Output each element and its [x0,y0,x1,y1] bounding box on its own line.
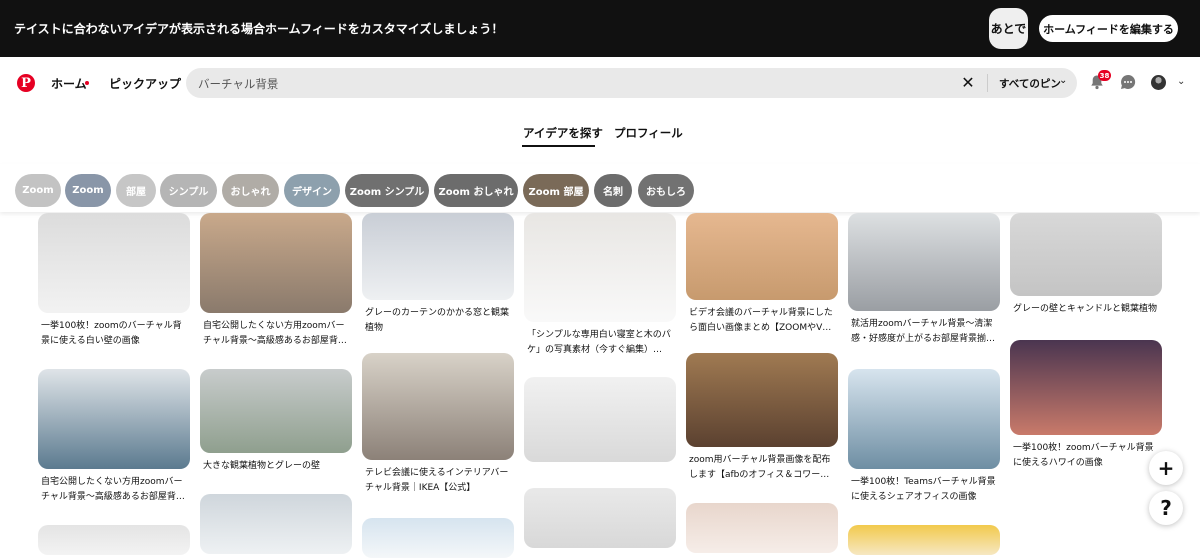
pin-card[interactable]: ビデオ会議のバーチャル背景にしたら面白い画像まとめ【ZOOMやV… [686,213,838,336]
pin-card[interactable]: 大きな観葉植物とグレーの壁 [200,369,352,474]
tab-profile[interactable]: プロフィール [614,125,683,141]
pin-image[interactable] [524,213,676,322]
suggestion-pill[interactable]: Zoom [15,174,61,207]
pin-image[interactable] [38,213,190,313]
pin-card[interactable]: グレーのカーテンのかかる窓と観葉植物 [362,213,514,336]
nav-home[interactable]: ホーム [51,75,87,92]
pin-card[interactable]: テレビ会議に使えるインテリアバーチャル背景｜IKEA【公式】 [362,353,514,496]
search-divider [987,74,988,92]
pin-card[interactable] [686,503,838,553]
pin-image[interactable] [38,369,190,469]
pin-card[interactable]: 自宅公開したくない方用zoomバーチャル背景〜高級感あるお部屋背… [200,213,352,349]
pin-image[interactable] [848,213,1000,311]
pin-title[interactable]: 大きな観葉植物とグレーの壁 [200,459,352,474]
pin-title[interactable]: グレーの壁とキャンドルと観葉植物 [1010,302,1162,317]
pin-card[interactable]: 「シンプルな専用白い寝室と木のパケ」の写真素材（今すぐ編集）… [524,213,676,358]
pin-title[interactable]: 一挙100枚！zoomのバーチャル背景に使える白い壁の画像 [38,319,190,349]
home-unread-dot-icon [85,81,89,85]
pin-card[interactable]: zoom用バーチャル背景画像を配布します【afbのオフィス＆コワー… [686,353,838,483]
pin-card[interactable]: 自宅公開したくない方用zoomバーチャル背景〜高級感あるお部屋背… [38,369,190,505]
pin-image[interactable] [524,488,676,548]
pin-card[interactable] [362,518,514,558]
pin-image[interactable] [200,369,352,453]
suggestion-pill[interactable]: Zoom [65,174,111,207]
pin-image[interactable] [686,213,838,300]
avatar[interactable] [1151,75,1166,90]
pin-card[interactable] [524,377,676,462]
pin-title[interactable]: 一挙100枚！zoomバーチャル背景に使えるハワイの画像 [1010,441,1162,471]
pin-title[interactable]: zoom用バーチャル背景画像を配布します【afbのオフィス＆コワー… [686,453,838,483]
pin-image[interactable] [200,213,352,313]
account-chevron-down-icon[interactable]: ⌄ [1177,76,1185,87]
pin-image[interactable] [362,213,514,300]
edit-home-feed-button[interactable]: ホームフィードを編集する [1039,15,1178,42]
help-button[interactable]: ? [1149,491,1183,525]
search-input[interactable]: バーチャル背景 [198,76,278,92]
pin-card[interactable] [848,525,1000,555]
pin-image[interactable] [362,353,514,460]
pin-card[interactable] [200,494,352,554]
pin-image[interactable] [1010,340,1162,435]
pin-image[interactable] [524,377,676,462]
pin-image[interactable] [1010,213,1162,296]
pin-title[interactable]: グレーのカーテンのかかる窓と観葉植物 [362,306,514,336]
suggestion-pill[interactable]: おしゃれ [222,174,279,207]
pin-title[interactable]: 就活用zoomバーチャル背景〜清潔感・好感度が上がるお部屋背景揃… [848,317,1000,347]
pin-card[interactable]: 一挙100枚！zoomのバーチャル背景に使える白い壁の画像 [38,213,190,349]
pin-card[interactable]: 就活用zoomバーチャル背景〜清潔感・好感度が上がるお部屋背景揃… [848,213,1000,347]
suggestion-pill[interactable]: Zoom おしゃれ [434,174,518,207]
pin-image[interactable] [38,525,190,555]
later-button[interactable]: あとで [989,8,1028,49]
suggestion-pill[interactable]: Zoom シンプル [345,174,429,207]
pin-title[interactable]: 自宅公開したくない方用zoomバーチャル背景〜高級感あるお部屋背… [38,475,190,505]
notification-count-badge: 38 [1098,70,1111,81]
pinterest-logo-icon[interactable]: P [17,74,35,92]
pin-card[interactable]: 一挙100枚！Teamsバーチャル背景に使えるシェアオフィスの画像 [848,369,1000,505]
tab-explore-ideas[interactable]: アイデアを探す [523,125,603,141]
clear-search-icon[interactable]: ✕ [960,75,976,91]
pin-image[interactable] [200,494,352,554]
pin-image[interactable] [362,518,514,558]
add-pin-button[interactable]: + [1149,451,1183,485]
banner-message: テイストに合わないアイデアが表示される場合ホームフィードをカスタマイズしましょう… [14,22,504,36]
suggestion-pill[interactable]: デザイン [284,174,340,207]
suggestion-pill[interactable]: 名刺 [594,174,632,207]
pin-image[interactable] [848,369,1000,469]
pin-card[interactable] [524,488,676,548]
pin-image[interactable] [686,353,838,447]
suggestion-pill[interactable]: Zoom 部屋 [523,174,589,207]
pin-title[interactable]: 「シンプルな専用白い寝室と木のパケ」の写真素材（今すぐ編集）… [524,328,676,358]
search-bar[interactable]: バーチャル背景 ✕ すべてのピン ⌄ [186,68,1077,98]
pin-image[interactable] [686,503,838,553]
messages-icon[interactable] [1120,74,1136,90]
pin-card[interactable]: グレーの壁とキャンドルと観葉植物 [1010,213,1162,317]
nav-pickup[interactable]: ピックアップ [109,75,181,92]
pin-title[interactable]: テレビ会議に使えるインテリアバーチャル背景｜IKEA【公式】 [362,466,514,496]
pin-title[interactable]: 自宅公開したくない方用zoomバーチャル背景〜高級感あるお部屋背… [200,319,352,349]
pin-title[interactable]: 一挙100枚！Teamsバーチャル背景に使えるシェアオフィスの画像 [848,475,1000,505]
pin-image[interactable] [848,525,1000,555]
suggestion-pill[interactable]: シンプル [160,174,217,207]
active-tab-indicator [522,145,595,147]
pin-title[interactable]: ビデオ会議のバーチャル背景にしたら面白い画像まとめ【ZOOMやV… [686,306,838,336]
pin-card[interactable]: 一挙100枚！zoomバーチャル背景に使えるハワイの画像 [1010,340,1162,471]
pins-filter-dropdown[interactable]: すべてのピン [999,76,1061,91]
suggestion-pill[interactable]: おもしろ [638,174,694,207]
customize-feed-banner: テイストに合わないアイデアが表示される場合ホームフィードをカスタマイズしましょう… [0,0,1200,57]
pin-card[interactable] [38,525,190,555]
chevron-down-icon[interactable]: ⌄ [1059,75,1067,86]
suggestion-pill[interactable]: 部屋 [116,174,156,207]
